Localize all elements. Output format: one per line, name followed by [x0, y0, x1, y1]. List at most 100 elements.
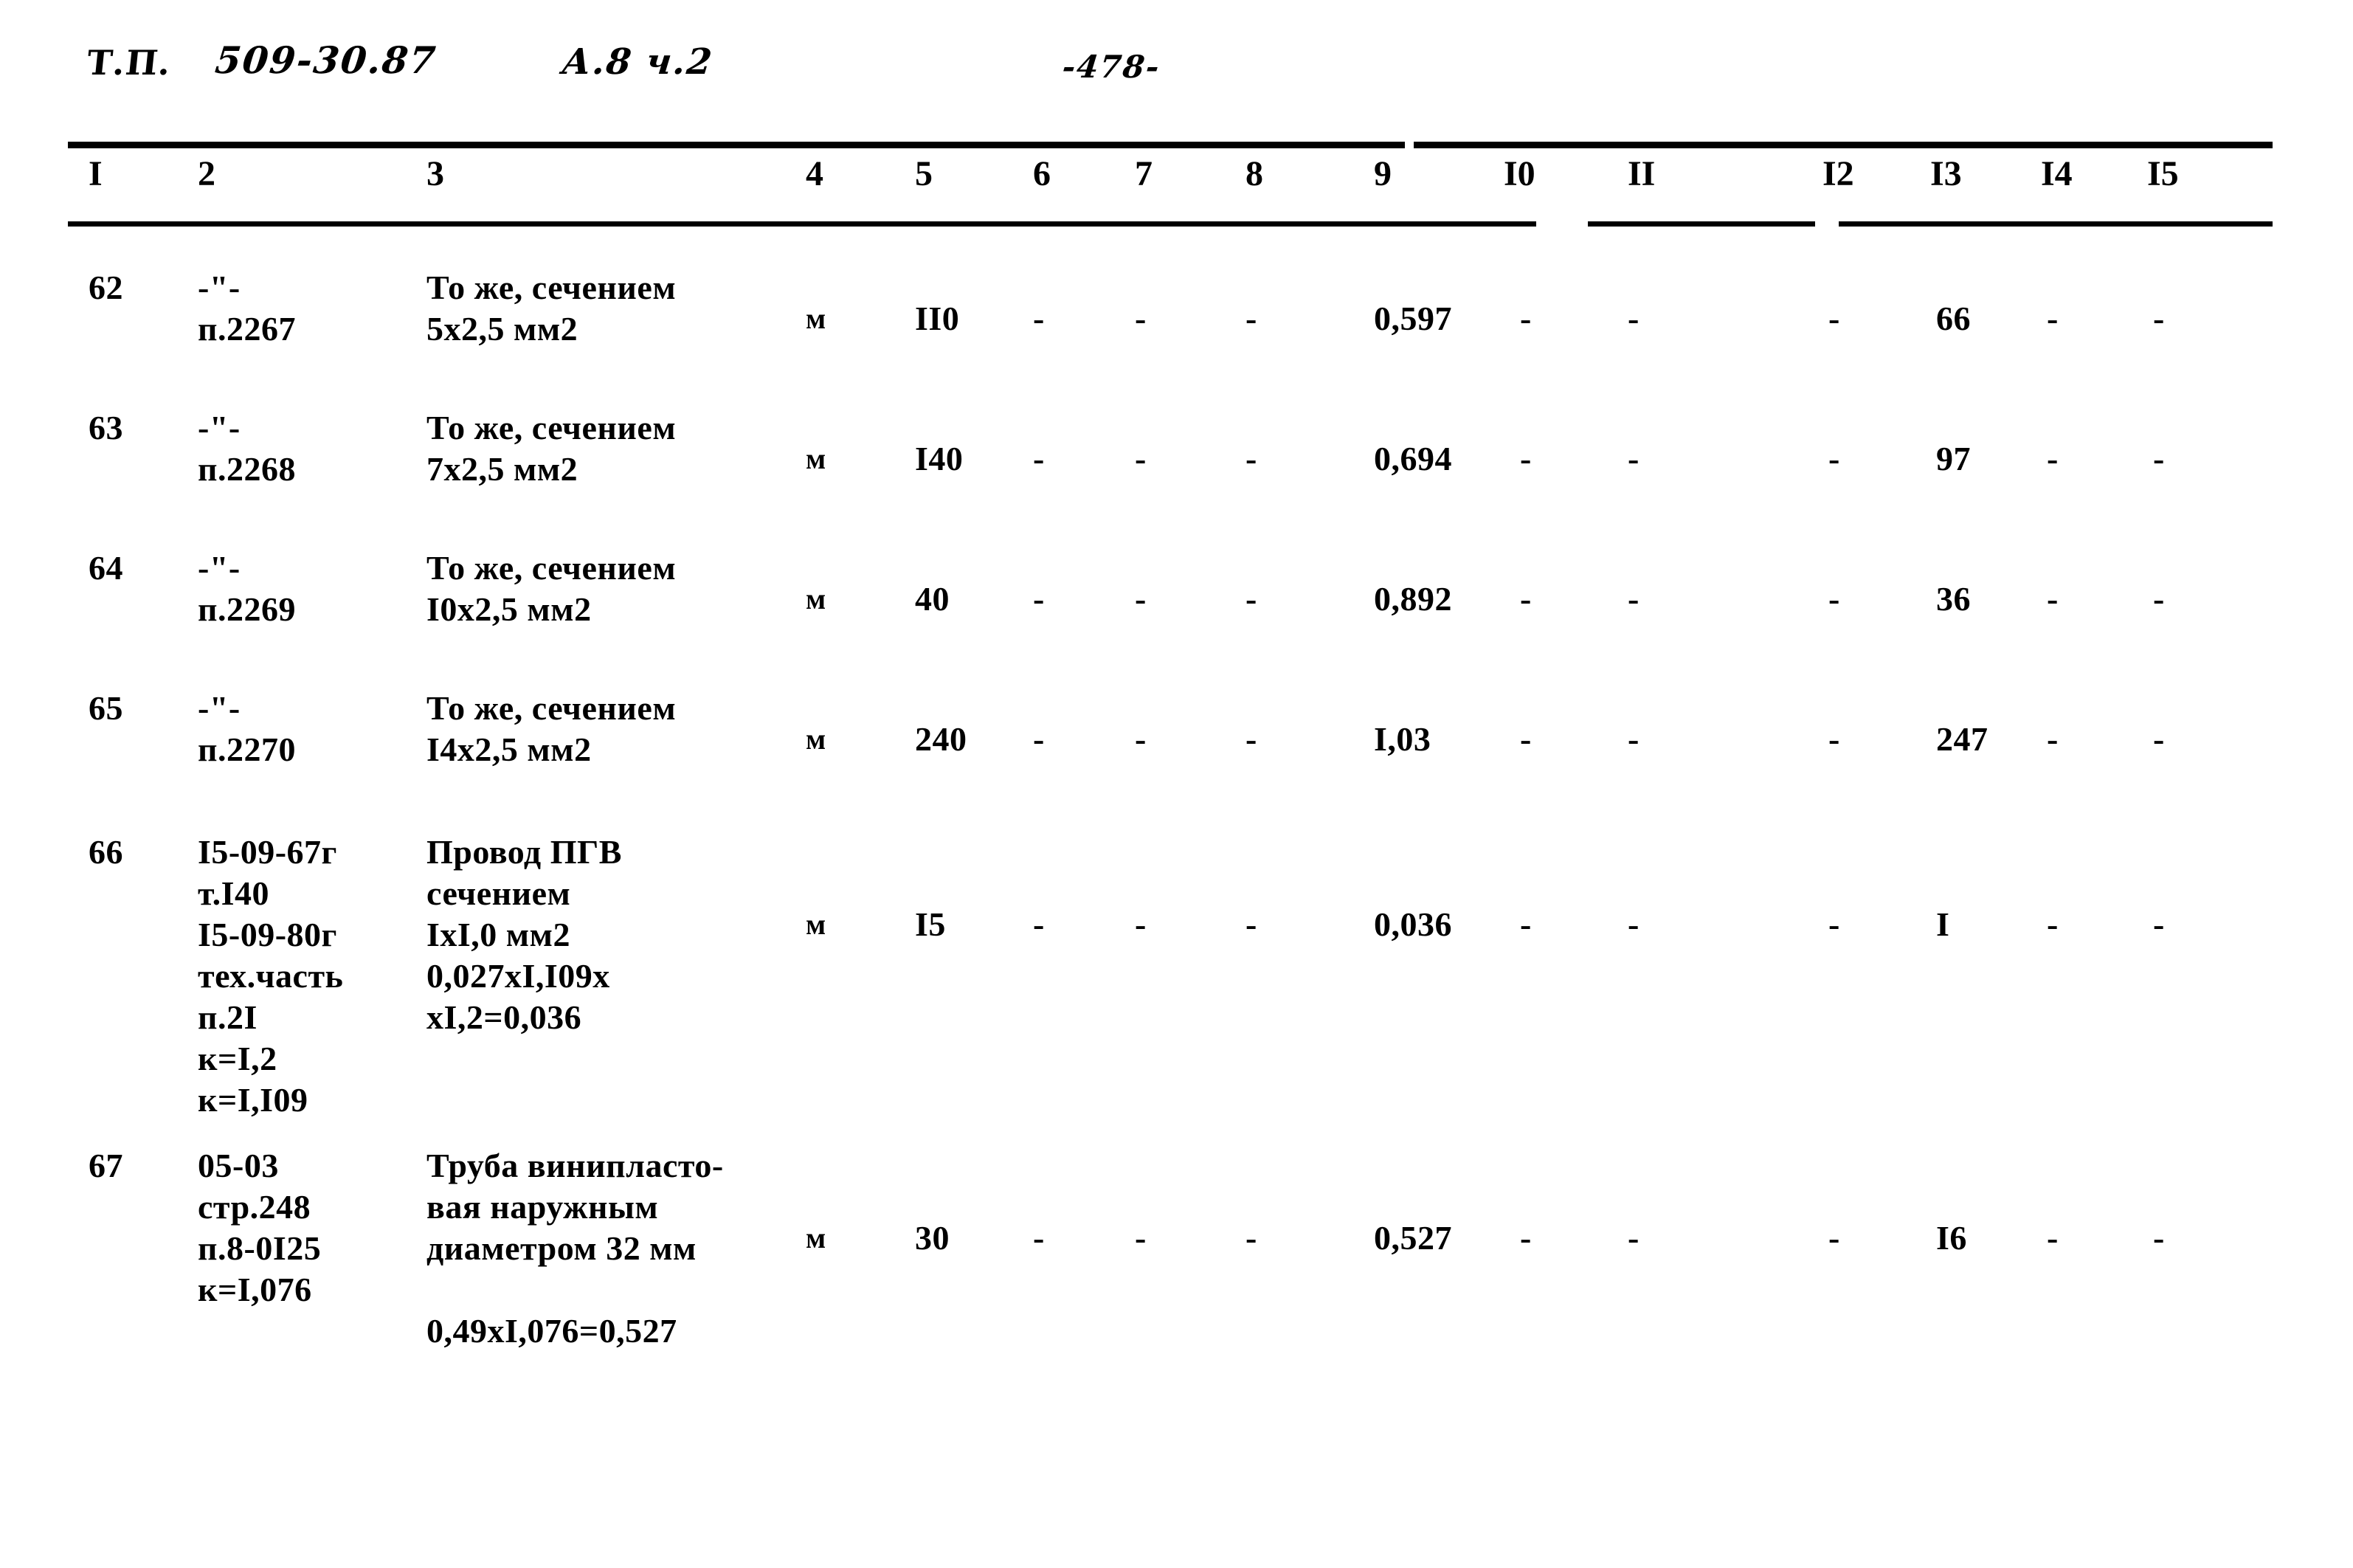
reference-line: тех.часть — [198, 957, 344, 995]
value-12: - — [1828, 905, 1840, 943]
reference-line: -"- — [198, 689, 241, 727]
column-header-9: 9 — [1374, 154, 1392, 193]
value-11: - — [1628, 300, 1640, 337]
value-15: - — [2153, 905, 2165, 943]
value-15: - — [2153, 1219, 2165, 1257]
value-14: - — [2047, 580, 2059, 618]
table-header-rule-b — [1588, 221, 1815, 227]
description-line: сечением — [426, 874, 571, 912]
description-line: То же, сечением — [426, 409, 677, 446]
row-number: 67 — [89, 1147, 123, 1184]
value-7: - — [1135, 300, 1147, 337]
value-7: - — [1135, 720, 1147, 758]
value-13: 97 — [1936, 440, 1971, 477]
value-9: 0,694 — [1374, 440, 1452, 477]
value-12: - — [1828, 720, 1840, 758]
value-8: - — [1245, 300, 1257, 337]
unit: м — [806, 442, 826, 475]
value-8: - — [1245, 1219, 1257, 1257]
reference-line: к=I,I09 — [198, 1081, 308, 1119]
value-14: - — [2047, 440, 2059, 477]
description-line: вая наружным — [426, 1188, 659, 1226]
reference-line: п.2269 — [198, 590, 297, 628]
description-line: То же, сечением — [426, 549, 677, 587]
value-9: 0,036 — [1374, 905, 1452, 943]
column-header-6: 6 — [1033, 154, 1051, 193]
value-10: - — [1520, 300, 1532, 337]
table-row: 66 I5-09-67г т.I40 I5-09-80г тех.часть п.2I к=… — [0, 832, 2353, 1145]
reference-line: -"- — [198, 409, 241, 446]
quantity: I40 — [915, 440, 964, 477]
column-header-II: II — [1628, 154, 1656, 193]
value-6: - — [1033, 300, 1045, 337]
value-7: - — [1135, 580, 1147, 618]
reference-line: т.I40 — [198, 874, 270, 912]
unit: м — [806, 302, 826, 335]
reference-line: 05-03 — [198, 1147, 279, 1184]
unit: м — [806, 722, 826, 756]
reference-line: п.2270 — [198, 731, 297, 768]
column-header-I2: I2 — [1822, 154, 1854, 193]
value-15: - — [2153, 300, 2165, 337]
value-13: I6 — [1936, 1219, 1967, 1257]
reference-line: -"- — [198, 549, 241, 587]
document-page: Т.П. 509-30.87 А.8 ч.2 -478- I 2 3 4 5 6 7 8 9 I0… — [0, 0, 2353, 1568]
value-10: - — [1520, 1219, 1532, 1257]
description-line: 0,49хI,076=0,527 — [426, 1312, 677, 1350]
value-6: - — [1033, 580, 1045, 618]
unit: м — [806, 1221, 826, 1254]
quantity: II0 — [915, 300, 960, 337]
value-11: - — [1628, 1219, 1640, 1257]
value-12: - — [1828, 440, 1840, 477]
unit: м — [806, 908, 826, 941]
value-14: - — [2047, 720, 2059, 758]
table-header-rule-a — [68, 221, 1536, 227]
description-line: диаметром 32 мм — [426, 1229, 697, 1267]
column-header-3: 3 — [426, 154, 444, 193]
value-13: 66 — [1936, 300, 1971, 337]
reference-line: п.2268 — [198, 450, 297, 488]
value-9: 0,892 — [1374, 580, 1452, 618]
value-6: - — [1033, 440, 1045, 477]
row-number: 65 — [89, 689, 123, 727]
description-line: 0,027хI,I09х — [426, 957, 610, 995]
value-13: 36 — [1936, 580, 1971, 618]
table-row: 64 -"- п.2269 То же, сечением I0х2,5 мм2 м 40 -… — [0, 548, 2353, 688]
value-10: - — [1520, 580, 1532, 618]
page-number: -478- — [1060, 49, 1163, 85]
value-13: I — [1936, 905, 1950, 943]
value-10: - — [1520, 720, 1532, 758]
value-11: - — [1628, 580, 1640, 618]
quantity: 40 — [915, 580, 950, 618]
row-number: 62 — [89, 269, 123, 306]
value-14: - — [2047, 905, 2059, 943]
column-header-4: 4 — [806, 154, 823, 193]
column-header-I0: I0 — [1504, 154, 1535, 193]
reference-line: к=I,2 — [198, 1040, 277, 1077]
reference-line: п.8-0I25 — [198, 1229, 322, 1267]
description-line: Труба винипласто- — [426, 1147, 724, 1184]
value-11: - — [1628, 905, 1640, 943]
table-header-rule-c — [1839, 221, 2273, 227]
value-7: - — [1135, 1219, 1147, 1257]
row-number: 63 — [89, 409, 123, 446]
doc-code: 509-30.87 — [213, 38, 439, 82]
quantity: 30 — [915, 1219, 950, 1257]
value-10: - — [1520, 905, 1532, 943]
reference-line: стр.248 — [198, 1188, 311, 1226]
value-7: - — [1135, 440, 1147, 477]
table-row: 65 -"- п.2270 То же, сечением I4х2,5 мм2 м 240… — [0, 688, 2353, 832]
table-row: 63 -"- п.2268 То же, сечением 7х2,5 мм2 м I40 -… — [0, 407, 2353, 548]
value-13: 247 — [1936, 720, 1989, 758]
reference-line: I5-09-80г — [198, 916, 337, 953]
value-6: - — [1033, 905, 1045, 943]
description-line: 5х2,5 мм2 — [426, 310, 578, 348]
description-line: То же, сечением — [426, 269, 677, 306]
column-header-5: 5 — [915, 154, 933, 193]
description-line: IхI,0 мм2 — [426, 916, 570, 953]
value-6: - — [1033, 1219, 1045, 1257]
value-15: - — [2153, 580, 2165, 618]
value-8: - — [1245, 440, 1257, 477]
description-line: I0х2,5 мм2 — [426, 590, 592, 628]
column-header-8: 8 — [1245, 154, 1263, 193]
